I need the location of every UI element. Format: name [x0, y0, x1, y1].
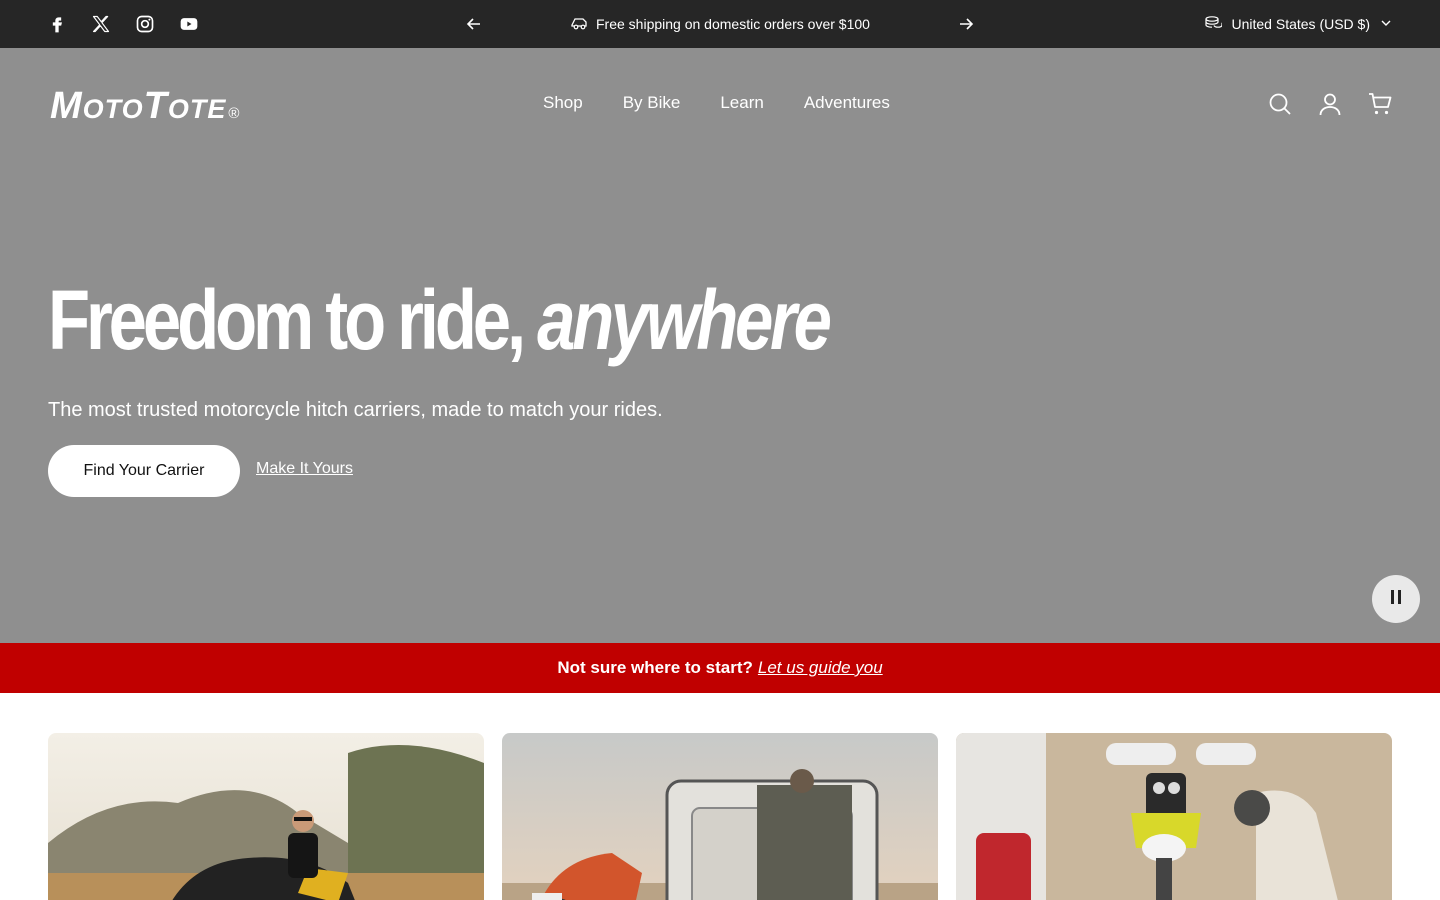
hero-headline: Freedom to ride, anywhere: [48, 270, 832, 370]
guide-banner: Not sure where to start? Let us guide yo…: [0, 643, 1440, 693]
site-logo[interactable]: MotoTote ®: [50, 86, 239, 126]
announcement: Free shipping on domestic orders over $1…: [570, 14, 870, 34]
pause-icon: [1389, 589, 1403, 610]
header-actions: [1268, 91, 1392, 117]
hero-section: MotoTote ® Shop By Bike Learn Adventures…: [0, 48, 1440, 643]
find-your-carrier-button[interactable]: Find Your Carrier: [48, 445, 240, 497]
youtube-icon[interactable]: [178, 12, 200, 36]
chevron-down-icon: [1380, 16, 1392, 32]
hero-subheadline: The most trusted motorcycle hitch carrie…: [48, 399, 663, 421]
camper-dirtbike-image: [502, 733, 938, 900]
feature-card-camper-dirtbike[interactable]: [502, 733, 938, 900]
rider-sportbike-image: [48, 733, 484, 900]
instagram-icon[interactable]: [134, 12, 156, 36]
main-navigation: Shop By Bike Learn Adventures: [543, 93, 890, 113]
slideshow-pause-button[interactable]: [1372, 575, 1420, 623]
guide-banner-text: Not sure where to start?: [557, 658, 753, 677]
logo-wordmark: MotoTote: [50, 85, 227, 127]
announcement-text: Free shipping on domestic orders over $1…: [596, 16, 870, 32]
shipping-truck-icon: [570, 15, 588, 34]
make-it-yours-link[interactable]: Make It Yours: [256, 460, 353, 478]
currency-label: United States (USD $): [1231, 16, 1371, 32]
feature-card-rider-sportbike[interactable]: [48, 733, 484, 900]
announcement-next-arrow-icon[interactable]: [956, 14, 976, 34]
logo-registered-mark: ®: [228, 105, 240, 122]
nav-item-by-bike[interactable]: By Bike: [623, 93, 681, 113]
account-icon[interactable]: [1318, 91, 1342, 117]
guide-banner-link[interactable]: Let us guide you: [758, 658, 883, 678]
search-icon[interactable]: [1268, 91, 1292, 117]
social-links: [46, 12, 200, 36]
feature-card-van-husqvarna[interactable]: [956, 733, 1392, 900]
coins-icon: [1204, 15, 1223, 34]
nav-item-adventures[interactable]: Adventures: [804, 93, 890, 113]
nav-item-shop[interactable]: Shop: [543, 93, 583, 113]
van-husqvarna-image: [956, 733, 1392, 900]
cart-icon[interactable]: [1368, 91, 1392, 117]
facebook-icon[interactable]: [46, 12, 68, 36]
currency-selector[interactable]: United States (USD $): [1204, 14, 1393, 34]
announcement-prev-arrow-icon[interactable]: [464, 14, 484, 34]
nav-item-learn[interactable]: Learn: [720, 93, 763, 113]
headline-accent: anywhere: [537, 273, 832, 367]
x-icon[interactable]: [90, 12, 112, 36]
announcement-bar: Free shipping on domestic orders over $1…: [0, 0, 1440, 48]
feature-cards: [48, 733, 1392, 900]
headline-main: Freedom to ride,: [48, 273, 526, 367]
